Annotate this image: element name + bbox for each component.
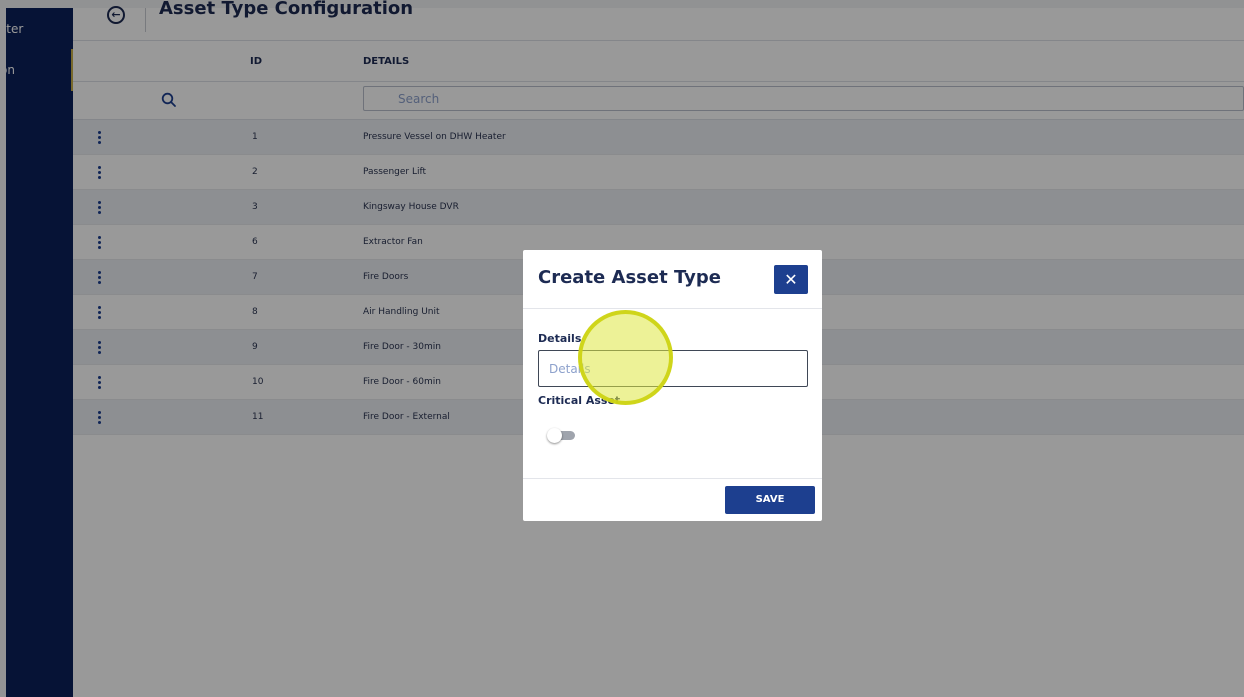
dialog-footer-divider [523,478,822,479]
critical-asset-toggle[interactable] [547,428,577,443]
save-button[interactable]: SAVE [725,486,815,514]
close-icon[interactable]: ✕ [774,265,808,294]
dialog-header-divider [523,308,822,309]
details-label: Details [538,332,582,345]
create-asset-type-dialog: Create Asset Type ✕ Details Critical Ass… [523,250,822,521]
toggle-knob [547,428,562,443]
click-highlight-marker [578,310,673,405]
dialog-title: Create Asset Type [538,267,721,288]
